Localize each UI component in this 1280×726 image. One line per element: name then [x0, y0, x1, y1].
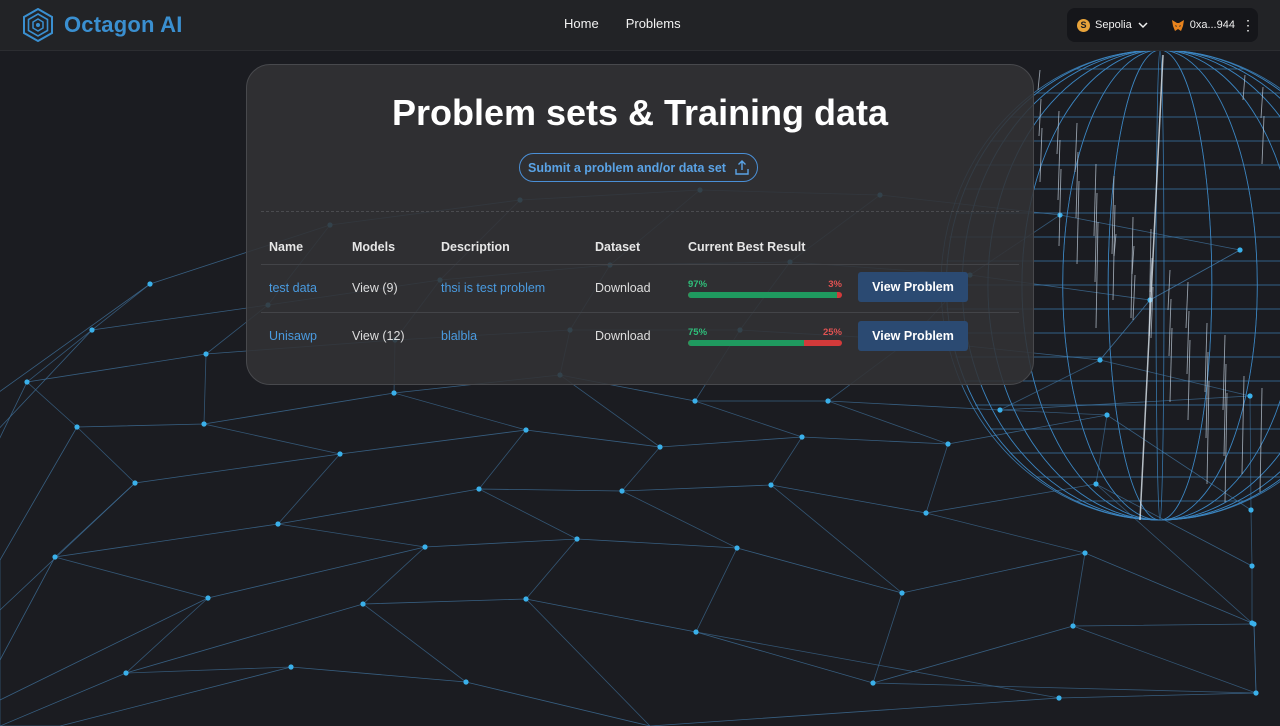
result-fill [688, 292, 838, 298]
good-percent: 97% [688, 279, 708, 290]
octagon-logo-icon [23, 8, 53, 42]
result-fill [688, 340, 804, 346]
wallet-widget: S Sepolia 0xa...944 ⋮ [1067, 8, 1258, 42]
account-button[interactable]: 0xa...944 [1171, 19, 1235, 32]
network-selector[interactable]: S Sepolia [1077, 18, 1149, 32]
dataset-download-link[interactable]: Download [595, 329, 651, 343]
view-problem-button[interactable]: View Problem [858, 321, 968, 351]
account-address: 0xa...944 [1189, 19, 1235, 31]
section-divider [261, 211, 1019, 212]
problem-name-link[interactable]: test data [269, 281, 317, 295]
problem-description-link[interactable]: blalbla [441, 329, 477, 343]
top-navbar: Octagon AI Home Problems S Sepolia 0xa..… [0, 0, 1280, 51]
submit-problem-label: Submit a problem and/or data set [528, 160, 726, 175]
nav-home-link[interactable]: Home [564, 16, 599, 31]
network-name: Sepolia [1095, 19, 1132, 31]
bad-percent: 3% [828, 279, 842, 290]
chevron-down-icon [1138, 22, 1148, 29]
dataset-download-link[interactable]: Download [595, 281, 651, 295]
result-track [688, 340, 842, 346]
good-percent: 75% [688, 327, 708, 338]
header-row-divider [261, 264, 1019, 265]
column-header-best-result: Current Best Result [688, 240, 806, 254]
column-header-description: Description [441, 240, 510, 254]
models-view-link[interactable]: View (12) [352, 329, 405, 343]
problem-name-link[interactable]: Unisawp [269, 329, 317, 343]
network-badge-icon: S [1077, 18, 1090, 32]
problem-description-link[interactable]: thsi is test problem [441, 281, 545, 295]
view-problem-button[interactable]: View Problem [858, 272, 968, 302]
column-header-models: Models [352, 240, 396, 254]
problems-card: Problem sets & Training data Submit a pr… [246, 64, 1034, 385]
nav-problems-link[interactable]: Problems [626, 16, 681, 31]
main-nav: Home Problems [564, 16, 681, 31]
metamask-fox-icon [1171, 19, 1184, 31]
column-header-name: Name [269, 240, 304, 254]
row-divider [261, 312, 1019, 313]
upload-icon [735, 160, 749, 175]
models-view-link[interactable]: View (9) [352, 281, 398, 295]
result-track [688, 292, 842, 298]
brand-logo[interactable]: Octagon AI [22, 8, 183, 42]
bad-percent: 25% [822, 327, 842, 338]
column-header-dataset: Dataset [595, 240, 641, 254]
brand-name: Octagon AI [64, 12, 183, 37]
kebab-menu-icon[interactable]: ⋮ [1241, 18, 1255, 32]
submit-problem-button[interactable]: Submit a problem and/or data set [519, 153, 758, 182]
page-title: Problem sets & Training data [391, 92, 889, 133]
